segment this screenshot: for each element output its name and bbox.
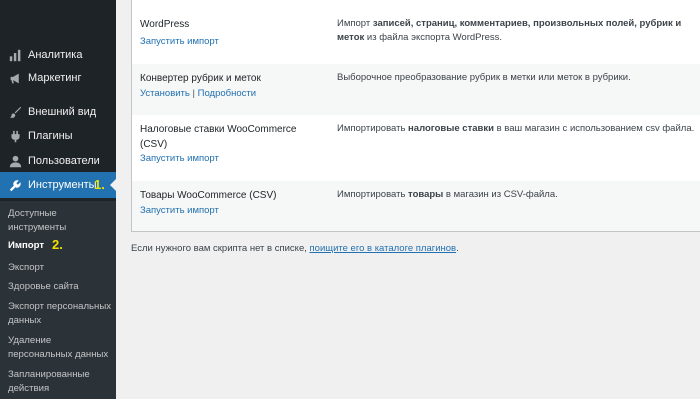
install-link[interactable]: Установить [140,88,190,99]
menu-item-label: Инструменты [28,179,97,191]
table-row: Налоговые ставки WooCommerce (CSV) Запус… [132,115,700,181]
run-import-link[interactable]: Запустить импорт [140,204,219,217]
current-menu-arrow [110,179,116,191]
menu-item-label: Плагины [28,130,73,142]
importer-name: Налоговые ставки WooCommerce (CSV) [140,124,297,150]
step-marker-two: 2. [52,237,63,252]
importer-name: WordPress [140,19,190,30]
details-link[interactable]: Подробности [198,88,256,99]
importer-description: Импортировать товары в магазин из CSV-фа… [337,189,558,200]
importer-description: Импортировать налоговые ставки в ваш маг… [337,123,695,134]
action-separator: | [189,88,198,99]
plugin-icon [3,130,27,143]
importer-actions: Установить | Подробности [140,87,256,100]
megaphone-icon [3,72,27,85]
step-marker-one: 1. [94,177,105,192]
menu-item-label: Аналитика [28,49,83,61]
menu-item-appearance[interactable]: Внешний вид [0,99,116,125]
table-row: Конвертер рубрик и меток Установить | По… [132,64,700,115]
menu-item-marketing[interactable]: Маркетинг [0,65,116,91]
submenu-export-personal-data[interactable]: Экспорт персональных данных [8,300,112,327]
wrench-icon [3,179,27,192]
menu-item-plugins[interactable]: Плагины [0,123,116,149]
table-row: Товары WooCommerce (CSV) Запустить импор… [132,181,700,231]
submenu-site-health[interactable]: Здоровье сайта [8,280,112,294]
menu-item-users[interactable]: Пользователи [0,148,116,174]
submenu-export[interactable]: Экспорт [8,261,112,275]
importer-name: Товары WooCommerce (CSV) [140,190,277,201]
importers-table: WordPress Запустить импорт Импорт записе… [131,0,700,232]
admin-sidebar: Аналитика Маркетинг Внешний вид Плагины … [0,0,116,399]
menu-item-label: Маркетинг [28,72,82,84]
submenu-scheduled-actions[interactable]: Запланированные действия [8,368,112,395]
importer-name: Конвертер рубрик и меток [140,73,261,84]
table-row: WordPress Запустить импорт Импорт записе… [132,10,700,64]
bar-chart-icon [3,49,27,62]
importer-description: Выборочное преобразование рубрик в метки… [337,72,631,83]
user-icon [3,155,27,168]
tools-submenu: Доступные инструменты Импорт Экспорт Здо… [0,201,116,399]
submenu-erase-personal-data[interactable]: Удаление персональных данных [8,334,112,361]
plugin-directory-link[interactable]: поищите его в каталоге плагинов [310,243,457,254]
paintbrush-icon [3,106,27,119]
missing-importer-note: Если нужного вам скрипта нет в списке, п… [131,243,459,254]
importer-description: Импорт записей, страниц, комментариев, п… [337,18,682,43]
run-import-link[interactable]: Запустить импорт [140,152,219,165]
run-import-link[interactable]: Запустить импорт [140,35,219,48]
menu-item-label: Внешний вид [28,106,97,118]
menu-item-label: Пользователи [28,155,100,167]
submenu-available-tools[interactable]: Доступные инструменты [8,207,112,234]
